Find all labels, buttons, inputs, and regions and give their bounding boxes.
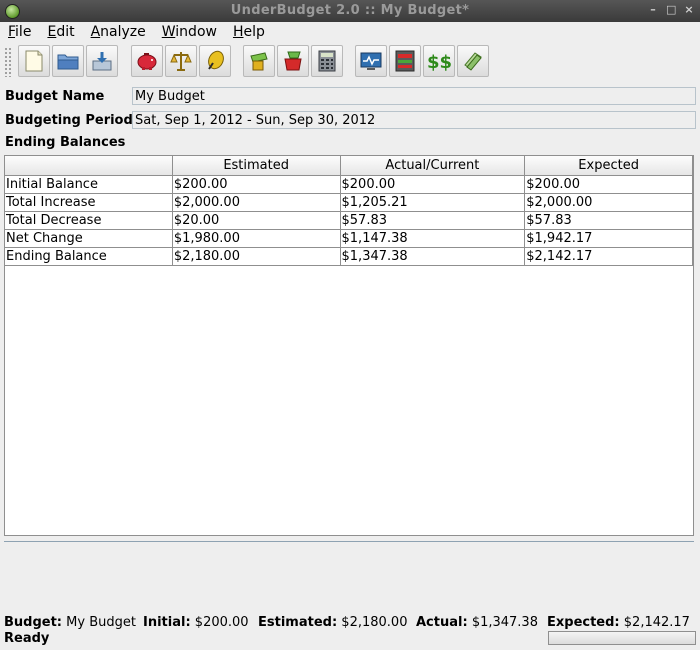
row-label: Ending Balance: [5, 247, 173, 266]
monitor-chart-icon: [360, 52, 382, 70]
ledger-button[interactable]: [389, 45, 421, 77]
table-row[interactable]: Initial Balance $200.00 $200.00 $200.00: [5, 175, 693, 194]
status-initial: Initial: $200.00: [143, 615, 249, 630]
table-row[interactable]: Total Increase $2,000.00 $1,205.21 $2,00…: [5, 193, 693, 212]
svg-text:$$: $$: [427, 52, 452, 73]
balance-button[interactable]: [165, 45, 197, 77]
monitor-button[interactable]: [355, 45, 387, 77]
ledger-icon: [395, 50, 415, 72]
menu-help[interactable]: Help: [225, 22, 273, 43]
table-header-row: Estimated Actual/Current Expected: [5, 156, 693, 176]
expected-cell[interactable]: $2,142.17: [524, 247, 693, 266]
column-header-expected[interactable]: Expected: [524, 156, 693, 176]
status-actual: Actual: $1,347.38: [416, 615, 538, 630]
minimize-icon[interactable]: –: [648, 3, 658, 16]
menu-edit[interactable]: Edit: [39, 22, 82, 43]
toolbar-grip[interactable]: [4, 47, 12, 77]
progress-bar: [548, 631, 696, 645]
budgeting-period-field[interactable]: Sat, Sep 1, 2012 - Sun, Sep 30, 2012: [132, 111, 696, 129]
status-expected: Expected: $2,142.17: [547, 615, 690, 630]
estimated-cell[interactable]: $2,180.00: [172, 247, 341, 266]
menu-file[interactable]: File: [0, 22, 39, 43]
save-button[interactable]: [86, 45, 118, 77]
ending-balances-label: Ending Balances: [5, 135, 126, 150]
actual-cell[interactable]: $1,205.21: [340, 193, 526, 212]
new-button[interactable]: [18, 45, 50, 77]
toolbar: $$: [0, 43, 700, 81]
expected-cell[interactable]: $57.83: [524, 211, 693, 230]
menu-bar: File Edit Analyze Window Help: [0, 22, 700, 43]
ending-balances-table: Estimated Actual/Current Expected Initia…: [4, 155, 694, 536]
estimated-cell[interactable]: $20.00: [172, 211, 341, 230]
balance-scale-icon: [170, 52, 192, 71]
title-bar[interactable]: UnderBudget 2.0 :: My Budget* – □ ×: [0, 0, 700, 22]
money-stack-icon: [464, 52, 482, 71]
status-estimated: Estimated: $2,180.00: [258, 615, 408, 630]
analyze-button[interactable]: [199, 45, 231, 77]
income-button[interactable]: [243, 45, 275, 77]
expected-cell[interactable]: $2,000.00: [524, 193, 693, 212]
save-icon: [92, 52, 112, 71]
actual-cell[interactable]: $200.00: [340, 175, 526, 194]
column-header-row-labels[interactable]: [5, 156, 173, 176]
open-button[interactable]: [52, 45, 84, 77]
table-row[interactable]: Ending Balance $2,180.00 $1,347.38 $2,14…: [5, 247, 693, 266]
menu-window[interactable]: Window: [154, 22, 225, 43]
menu-analyze[interactable]: Analyze: [83, 22, 154, 43]
budget-button[interactable]: [131, 45, 163, 77]
budget-name-label: Budget Name: [5, 89, 105, 104]
actual-cell[interactable]: $1,347.38: [340, 247, 526, 266]
row-label: Net Change: [5, 229, 173, 248]
currency-button[interactable]: $$: [423, 45, 455, 77]
estimated-cell[interactable]: $1,980.00: [172, 229, 341, 248]
new-file-icon: [25, 50, 43, 72]
coins-icon: [208, 50, 224, 70]
estimated-cell[interactable]: $2,000.00: [172, 193, 341, 212]
calculator-button[interactable]: [311, 45, 343, 77]
budget-name-field[interactable]: My Budget: [132, 87, 696, 105]
status-message: Ready: [4, 631, 50, 646]
estimated-cell[interactable]: $200.00: [172, 175, 341, 194]
table-row[interactable]: Total Decrease $20.00 $57.83 $57.83: [5, 211, 693, 230]
piggy-bank-icon: [137, 53, 157, 70]
status-budget: Budget: My Budget: [4, 615, 136, 630]
expected-cell[interactable]: $1,942.17: [524, 229, 693, 248]
actual-cell[interactable]: $57.83: [340, 211, 526, 230]
row-label: Total Decrease: [5, 211, 173, 230]
actual-cell[interactable]: $1,147.38: [340, 229, 526, 248]
window-title: UnderBudget 2.0 :: My Budget*: [230, 3, 470, 18]
status-bar: Budget: My Budget Initial: $200.00 Estim…: [0, 614, 700, 650]
expense-button[interactable]: [277, 45, 309, 77]
expected-cell[interactable]: $200.00: [524, 175, 693, 194]
panel-divider[interactable]: [4, 541, 694, 542]
column-header-actual[interactable]: Actual/Current: [340, 156, 526, 176]
maximize-icon[interactable]: □: [666, 3, 676, 16]
open-folder-icon: [57, 54, 79, 70]
row-label: Initial Balance: [5, 175, 173, 194]
close-icon[interactable]: ×: [684, 3, 694, 16]
row-label: Total Increase: [5, 193, 173, 212]
money-jar-icon: [284, 51, 302, 71]
wallet-icon: [250, 52, 268, 71]
table-row[interactable]: Net Change $1,980.00 $1,147.38 $1,942.17: [5, 229, 693, 248]
money-button[interactable]: [457, 45, 489, 77]
budgeting-period-label: Budgeting Period: [5, 113, 133, 128]
dollar-signs-icon: $$: [427, 52, 452, 73]
calculator-icon: [318, 50, 336, 72]
column-header-estimated[interactable]: Estimated: [172, 156, 341, 176]
